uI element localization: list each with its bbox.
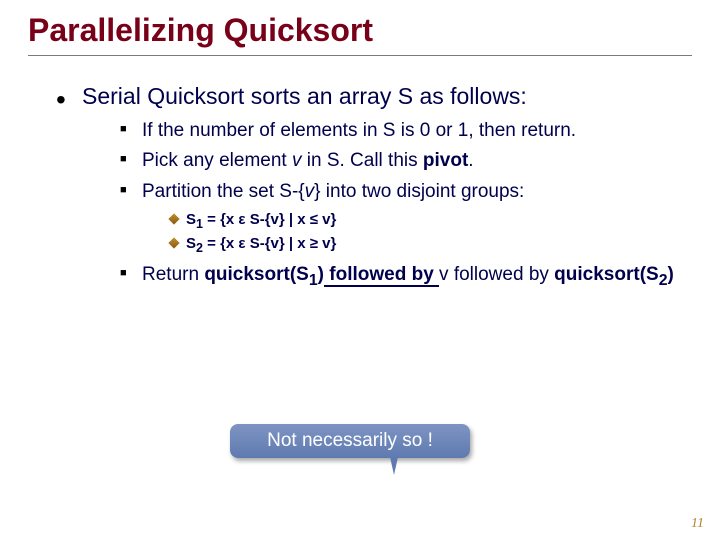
step4-a: Return [142,264,204,285]
intro-text: Serial Quicksort sorts an array S as fol… [82,83,527,109]
step4-fb: followed by [324,264,439,287]
step2-pivot: pivot [423,150,468,171]
divider [28,55,692,56]
step2-c: . [468,150,473,171]
step-3: Partition the set S-{v} into two disjoin… [120,180,692,257]
steps-list: If the number of elements in S is 0 or 1… [82,119,692,292]
callout-wrap: Not necessarily so ! [230,424,470,475]
step2-a: Pick any element [142,150,292,171]
step4-v: v followed by [439,264,554,285]
step4-q1: quicksort(S1) [204,264,324,285]
step3-a: Partition the set S-{ [142,181,305,202]
callout-arrow-icon [390,457,398,475]
step-4: Return quicksort(S1) followed by v follo… [120,263,692,291]
s2-b: = {x ε S-{v} | x ≥ v} [203,235,336,252]
step4-q1-text: quicksort(S [204,264,309,285]
step3-b: } into two disjoint groups: [314,181,524,202]
s2-def: S2 = {x ε S-{v} | x ≥ v} [168,233,692,257]
s1-b: = {x ε S-{v} | x ≤ v} [203,211,336,228]
page-number: 11 [691,516,704,532]
step-1: If the number of elements in S is 0 or 1… [120,119,692,144]
s2-a: S [186,235,196,252]
step4-q2-text: quicksort(S [554,264,659,285]
slide: Parallelizing Quicksort Serial Quicksort… [0,0,720,540]
step4-q1-sub: 1 [309,272,318,289]
s1-sub: 1 [196,217,203,231]
page-title: Parallelizing Quicksort [28,12,692,49]
step4-q2: quicksort(S2) [554,264,674,285]
content: Serial Quicksort sorts an array S as fol… [28,82,692,291]
callout-bubble: Not necessarily so ! [230,424,470,458]
step4-q2b: ) [668,264,674,285]
bullet-list: Serial Quicksort sorts an array S as fol… [56,82,692,291]
step3-v: v [305,181,315,202]
step2-b: in S. Call this [307,150,423,171]
step4-q2-sub: 2 [659,272,668,289]
s1-a: S [186,211,196,228]
step2-v: v [292,150,307,171]
s2-sub: 2 [196,241,203,255]
s1-def: S1 = {x ε S-{v} | x ≤ v} [168,209,692,233]
intro-item: Serial Quicksort sorts an array S as fol… [56,82,692,291]
step-2: Pick any element v in S. Call this pivot… [120,149,692,174]
partition-list: S1 = {x ε S-{v} | x ≤ v} S2 = {x ε S-{v}… [142,209,692,257]
